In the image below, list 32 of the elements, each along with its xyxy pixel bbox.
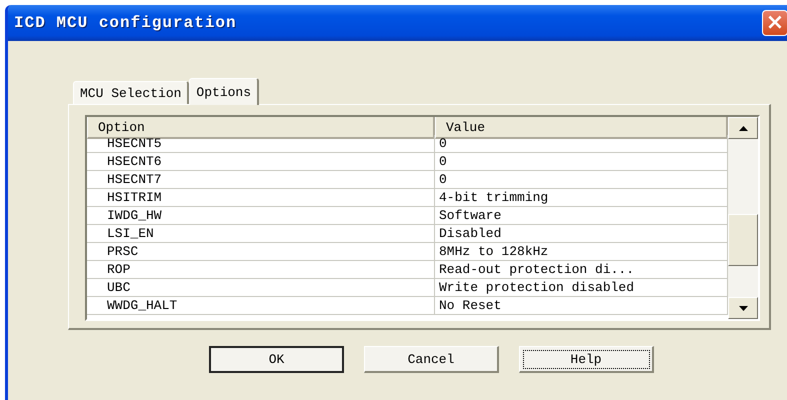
column-header[interactable]: Value [435, 117, 728, 139]
table-cell[interactable]: 0 [435, 153, 728, 171]
table-cell[interactable]: Write protection disabled [435, 279, 728, 297]
table-cell: HSECNT6 [87, 153, 435, 171]
table-cell: ROP [87, 261, 435, 279]
table-cell[interactable]: Software [435, 207, 728, 225]
scroll-thumb[interactable] [728, 214, 758, 266]
table-cell: IWDG_HW [87, 207, 435, 225]
tab[interactable]: Options [189, 78, 260, 105]
table-cell: HSECNT5 [87, 135, 435, 153]
dialog-button[interactable]: Cancel [364, 346, 499, 373]
window-title: ICD MCU configuration [14, 14, 237, 32]
dialog-button[interactable]: Help [519, 346, 654, 373]
column-header[interactable]: Option [87, 117, 435, 139]
scroll-up-icon[interactable] [738, 126, 748, 130]
table-cell: HSITRIM [87, 189, 435, 207]
table-cell[interactable]: 8MHz to 128kHz [435, 243, 728, 261]
table-cell: HSECNT7 [87, 171, 435, 189]
table-cell: PRSC [87, 243, 435, 261]
table-cell: WWDG_HALT [87, 297, 435, 315]
dialog-button[interactable]: OK [209, 346, 344, 373]
table-cell: LSI_EN [87, 225, 435, 243]
table-cell[interactable]: No Reset [435, 297, 728, 315]
table-cell[interactable]: 4-bit trimming [435, 189, 728, 207]
table-cell[interactable]: Read-out protection di... [435, 261, 728, 279]
table-cell: UBC [87, 279, 435, 297]
tab[interactable]: MCU Selection [73, 81, 190, 104]
table-cell[interactable]: Disabled [435, 225, 728, 243]
table-cell[interactable]: 0 [435, 171, 728, 189]
table-cell[interactable]: 0 [435, 135, 728, 153]
scrollbar[interactable] [728, 117, 758, 319]
scroll-down-icon[interactable] [738, 306, 748, 310]
